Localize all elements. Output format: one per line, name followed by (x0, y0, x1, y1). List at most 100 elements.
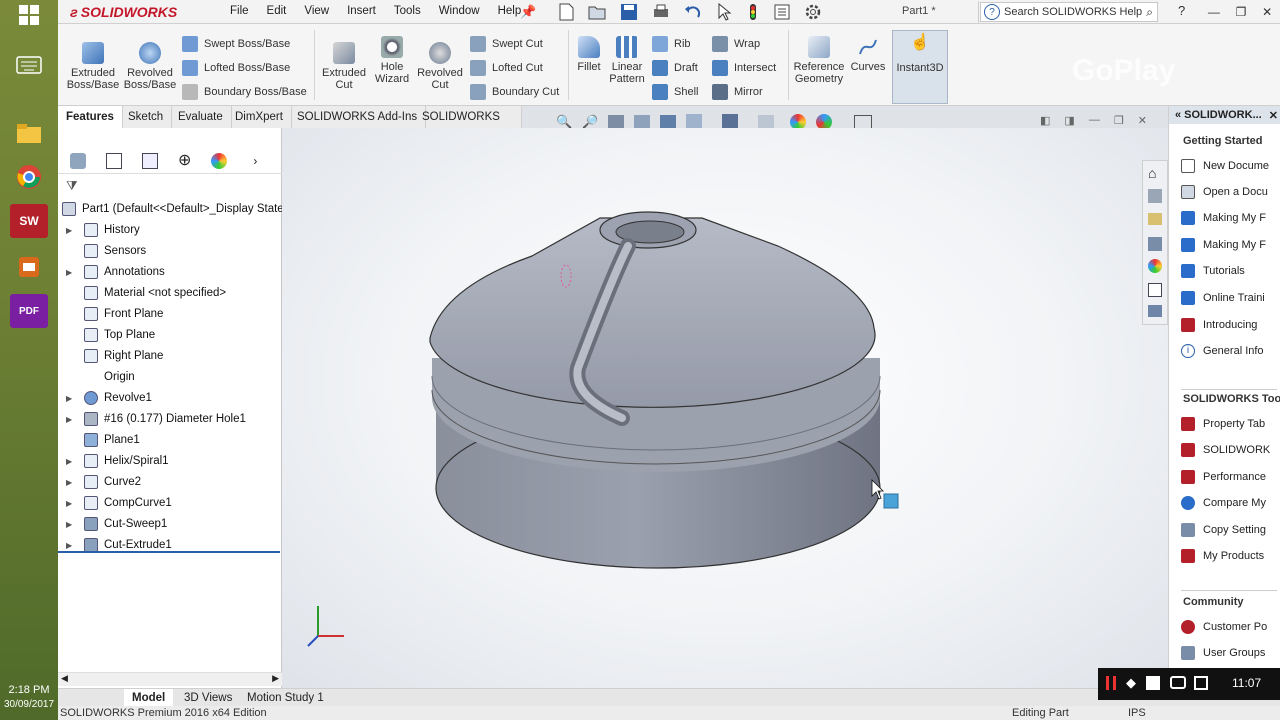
scroll-left-icon[interactable]: ◀ (61, 673, 68, 684)
chevron-right-icon[interactable]: › (253, 154, 257, 168)
wrap-button[interactable]: Wrap (712, 36, 760, 52)
fillet-button[interactable]: Fillet (572, 36, 606, 73)
performance-benchmark-link[interactable]: Performance (1181, 467, 1266, 487)
expand-arrow-icon[interactable]: ▶ (66, 457, 76, 466)
user-groups-link[interactable]: User Groups (1181, 643, 1265, 663)
minimize-icon[interactable]: — (1208, 5, 1220, 19)
viewport-minimize-icon[interactable]: — (1089, 114, 1100, 127)
tree-item-hole1[interactable]: ▶ #16 (0.177) Diameter Hole1 (58, 409, 246, 429)
expand-arrow-icon[interactable]: ▶ (66, 268, 76, 277)
taskbar-date[interactable]: 30/09/2017 (0, 699, 58, 710)
menu-edit[interactable]: Edit (267, 5, 287, 17)
section-view-icon[interactable] (634, 115, 651, 129)
feature-manager-tab-icon[interactable] (70, 152, 86, 169)
solidworks-taskbar-icon[interactable]: SW (10, 204, 48, 238)
task-pane-close-icon[interactable]: ✕ (1269, 109, 1278, 122)
help-icon[interactable]: ? (1178, 3, 1185, 18)
draft-button[interactable]: Draft (652, 60, 698, 76)
horizontal-scrollbar[interactable]: ◀ ▶ (58, 672, 282, 686)
menu-view[interactable]: View (304, 5, 329, 17)
expand-arrow-icon[interactable]: ▶ (66, 520, 76, 529)
tree-item-material[interactable]: Material <not specified> (58, 283, 226, 303)
solidworks-rx-link[interactable]: SOLIDWORK (1181, 440, 1270, 460)
rib-button[interactable]: Rib (652, 36, 691, 52)
instant3d-button[interactable]: ☝ Instant3D (892, 30, 948, 104)
customer-portal-link[interactable]: Customer Po (1181, 617, 1267, 637)
forum-icon[interactable] (1148, 305, 1162, 317)
boundary-boss-button[interactable]: Boundary Boss/Base (182, 84, 307, 100)
property-tab-builder-link[interactable]: Property Tab (1181, 414, 1265, 434)
swept-boss-button[interactable]: Swept Boss/Base (182, 36, 290, 52)
tab-solidworks-addins[interactable]: SOLIDWORKS Add-Ins (289, 106, 427, 128)
revolved-boss-button[interactable]: Revolved Boss/Base (122, 42, 178, 91)
menu-file[interactable]: File (230, 5, 249, 17)
undo-icon[interactable] (684, 3, 702, 21)
windows-start-icon[interactable] (10, 0, 48, 30)
expand-arrow-icon[interactable]: ▶ (66, 541, 76, 550)
collapse-chevron-icon[interactable]: « (1175, 109, 1181, 121)
tab-motion-study[interactable]: Motion Study 1 (239, 689, 332, 707)
view-palette-icon[interactable] (1148, 237, 1162, 251)
hole-wizard-button[interactable]: Hole Wizard (370, 36, 414, 85)
scroll-right-icon[interactable]: ▶ (272, 673, 279, 684)
open-document-link[interactable]: Open a Docu (1181, 182, 1268, 202)
viewport-tile-icon[interactable]: ◧ (1040, 114, 1050, 127)
pause-icon[interactable] (1106, 676, 1116, 690)
view-settings-icon[interactable] (854, 115, 873, 129)
hide-show-items-icon[interactable] (758, 115, 775, 129)
tree-root-part[interactable]: Part1 (Default<<Default>_Display State (58, 199, 284, 219)
close-icon[interactable]: ✕ (1262, 5, 1272, 19)
help-search-box[interactable]: ? Search SOLIDWORKS Help ⌕ (980, 2, 1158, 22)
general-info-link[interactable]: i General Info (1181, 341, 1264, 361)
mirror-button[interactable]: Mirror (712, 84, 763, 100)
configuration-manager-tab-icon[interactable] (142, 152, 158, 169)
home-icon[interactable]: ⌂ (1148, 165, 1156, 181)
dimxpert-manager-tab-icon[interactable]: ⊕ (178, 152, 191, 169)
search-icon[interactable]: ⌕ (1146, 5, 1153, 20)
tree-item-annotations[interactable]: ▶ Annotations (58, 262, 165, 282)
tab-evaluate[interactable]: Evaluate (170, 106, 232, 128)
file-explorer-pane-icon[interactable] (1148, 213, 1162, 225)
tab-solidworks-mbd[interactable]: SOLIDWORKS MBD (414, 106, 522, 145)
solidworks-logo[interactable]: ƨ SOLIDWORKS (70, 3, 177, 21)
taskbar-time[interactable]: 2:18 PM (0, 684, 58, 696)
expand-arrow-icon[interactable]: ▶ (66, 499, 76, 508)
viewport-close-icon[interactable]: ✕ (1138, 114, 1147, 127)
select-icon[interactable] (716, 3, 732, 21)
units-selector[interactable]: IPS (1128, 706, 1146, 720)
tab-sketch[interactable]: Sketch (120, 106, 173, 128)
tree-item-sensors[interactable]: Sensors (58, 241, 146, 261)
lofted-cut-button[interactable]: Lofted Cut (470, 60, 543, 76)
tree-item-origin[interactable]: Origin (58, 367, 135, 387)
curves-button[interactable]: Curves (848, 36, 888, 73)
menu-insert[interactable]: Insert (347, 5, 376, 17)
tree-item-revolve1[interactable]: ▶ Revolve1 (58, 388, 152, 408)
compare-my-score-link[interactable]: Compare My (1181, 493, 1266, 513)
property-manager-tab-icon[interactable] (106, 152, 122, 169)
options-gear-icon[interactable] (804, 3, 822, 21)
display-manager-tab-icon[interactable] (211, 152, 228, 169)
new-document-icon[interactable] (558, 3, 574, 21)
tab-features[interactable]: Features (58, 106, 123, 128)
design-library-icon[interactable] (1148, 189, 1162, 203)
tree-item-history[interactable]: ▶ History (58, 220, 140, 240)
revolved-cut-button[interactable]: Revolved Cut (414, 42, 466, 91)
extruded-cut-button[interactable]: Extruded Cut (318, 42, 370, 91)
introducing-link[interactable]: Introducing (1181, 315, 1257, 335)
task-pane-header[interactable]: « SOLIDWORK... ✕ (1169, 106, 1280, 124)
tree-item-plane1[interactable]: Plane1 (58, 430, 140, 450)
file-properties-icon[interactable] (774, 3, 790, 21)
tree-item-helix[interactable]: ▶ Helix/Spiral1 (58, 451, 169, 471)
open-icon[interactable] (588, 3, 606, 21)
pdf-icon[interactable]: PDF (10, 294, 48, 328)
tree-item-cut-sweep1[interactable]: ▶ Cut-Sweep1 (58, 514, 167, 534)
expand-arrow-icon[interactable]: ▶ (66, 226, 76, 235)
making-my-first-assembly-link[interactable]: Making My F (1181, 235, 1266, 255)
tree-item-compcurve1[interactable]: ▶ CompCurve1 (58, 493, 172, 513)
keyboard-icon[interactable] (10, 48, 48, 82)
menu-help[interactable]: Help (498, 5, 522, 17)
tutorials-link[interactable]: Tutorials (1181, 261, 1245, 281)
expand-arrow-icon[interactable]: ▶ (66, 415, 76, 424)
viewport-restore-icon[interactable]: ❐ (1114, 114, 1124, 127)
camera-icon[interactable] (1170, 676, 1186, 689)
